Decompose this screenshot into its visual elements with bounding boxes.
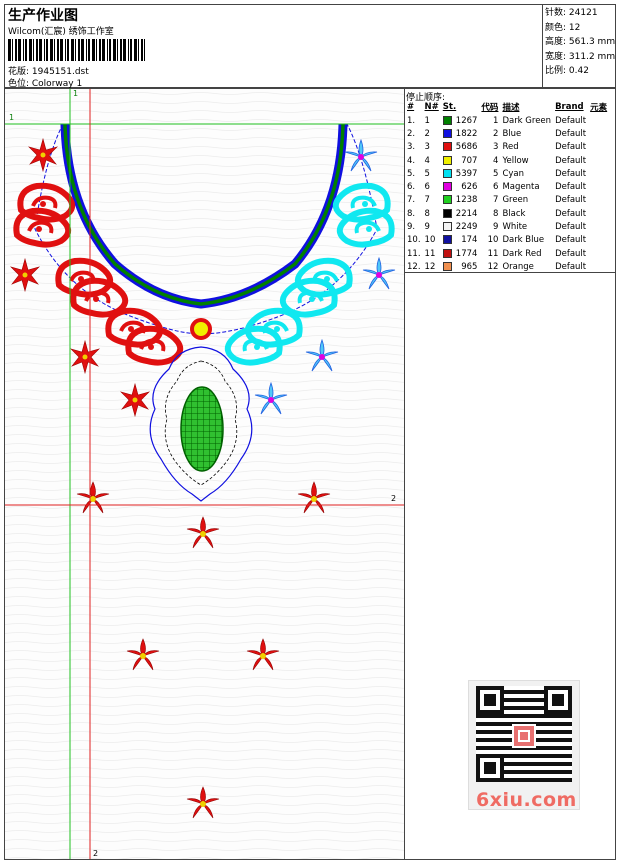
color-table: # N# St. 代码 描述 Brand 元素 1. 1 1267 1 Dark Gre…	[405, 100, 609, 274]
color-row: 7. 7 1238 7 Green Default	[407, 195, 587, 206]
color-row: 3. 3 5686 3 Red Default	[407, 142, 587, 153]
color-swatch	[442, 208, 452, 218]
color-swatch	[442, 115, 452, 125]
color-row: 12. 12 965 12 Orange Default	[407, 261, 587, 272]
color-swatch	[442, 248, 452, 258]
color-row: 4. 4 707 4 Yellow Default	[407, 155, 587, 166]
color-row: 8. 8 2214 8 Black Default	[407, 208, 587, 219]
color-swatch	[442, 222, 452, 232]
color-swatch	[442, 155, 452, 165]
color-row: 2. 2 1822 2 Blue Default	[407, 128, 587, 139]
color-swatch	[442, 182, 452, 192]
header-info: 生产作业图 Wilcom(汇宸) 绣饰工作室 花版: 1945151.dst 色…	[5, 5, 542, 89]
color-row: 5. 5 5397 5 Cyan Default	[407, 168, 587, 179]
stat-stitches: 针数: 24121	[545, 8, 598, 18]
stop-sequence-section: 停止顺序: # N# St. 代码 描述 Brand 元素 1. 1 1267 1 Da…	[405, 89, 616, 273]
embroidery-design	[5, 89, 404, 859]
guide-label-v1: 1	[73, 89, 79, 98]
color-swatch	[442, 235, 452, 245]
embroidery-design-area: 1 1 2 2	[4, 88, 405, 860]
watermark-text: 6xiu.com	[476, 789, 577, 811]
stat-height: 高度: 561.3 mm	[545, 37, 616, 47]
guide-label-v2: 2	[93, 849, 99, 858]
header-panel: 生产作业图 Wilcom(汇宸) 绣饰工作室 花版: 1945151.dst 色…	[4, 4, 616, 89]
color-swatch	[442, 195, 452, 205]
sheet-title: 生产作业图	[8, 8, 78, 24]
production-sheet: 生产作业图 Wilcom(汇宸) 绣饰工作室 花版: 1945151.dst 色…	[0, 0, 620, 861]
color-row: 11. 11 1774 11 Dark Red Default	[407, 248, 587, 259]
color-swatch	[442, 261, 452, 271]
barcode-image	[8, 39, 145, 61]
stats-panel: 针数: 24121 颜色: 12 高度: 561.3 mm 宽度: 311.2 …	[542, 5, 616, 87]
color-row: 9. 9 2249 9 White Default	[407, 222, 587, 233]
guide-label-h2: 2	[391, 494, 397, 503]
stat-colors: 颜色: 12	[545, 22, 581, 33]
color-swatch	[442, 168, 452, 178]
color-swatch	[442, 128, 452, 138]
qr-code-image	[476, 686, 572, 782]
stat-width: 宽度: 311.2 mm	[545, 51, 616, 62]
color-row: 10. 10 174 10 Dark Blue Default	[407, 235, 587, 246]
guide-label-h1: 1	[9, 113, 15, 122]
color-table-header: # N# St. 代码 描述 Brand 元素	[407, 102, 608, 113]
color-row: 6. 6 626 6 Magenta Default	[407, 182, 587, 193]
color-row: 1. 1 1267 1 Dark Green Default	[407, 115, 587, 126]
studio-name: Wilcom(汇宸) 绣饰工作室	[8, 27, 114, 37]
stat-scale: 比例: 0.42	[545, 66, 589, 76]
color-swatch	[442, 142, 452, 152]
